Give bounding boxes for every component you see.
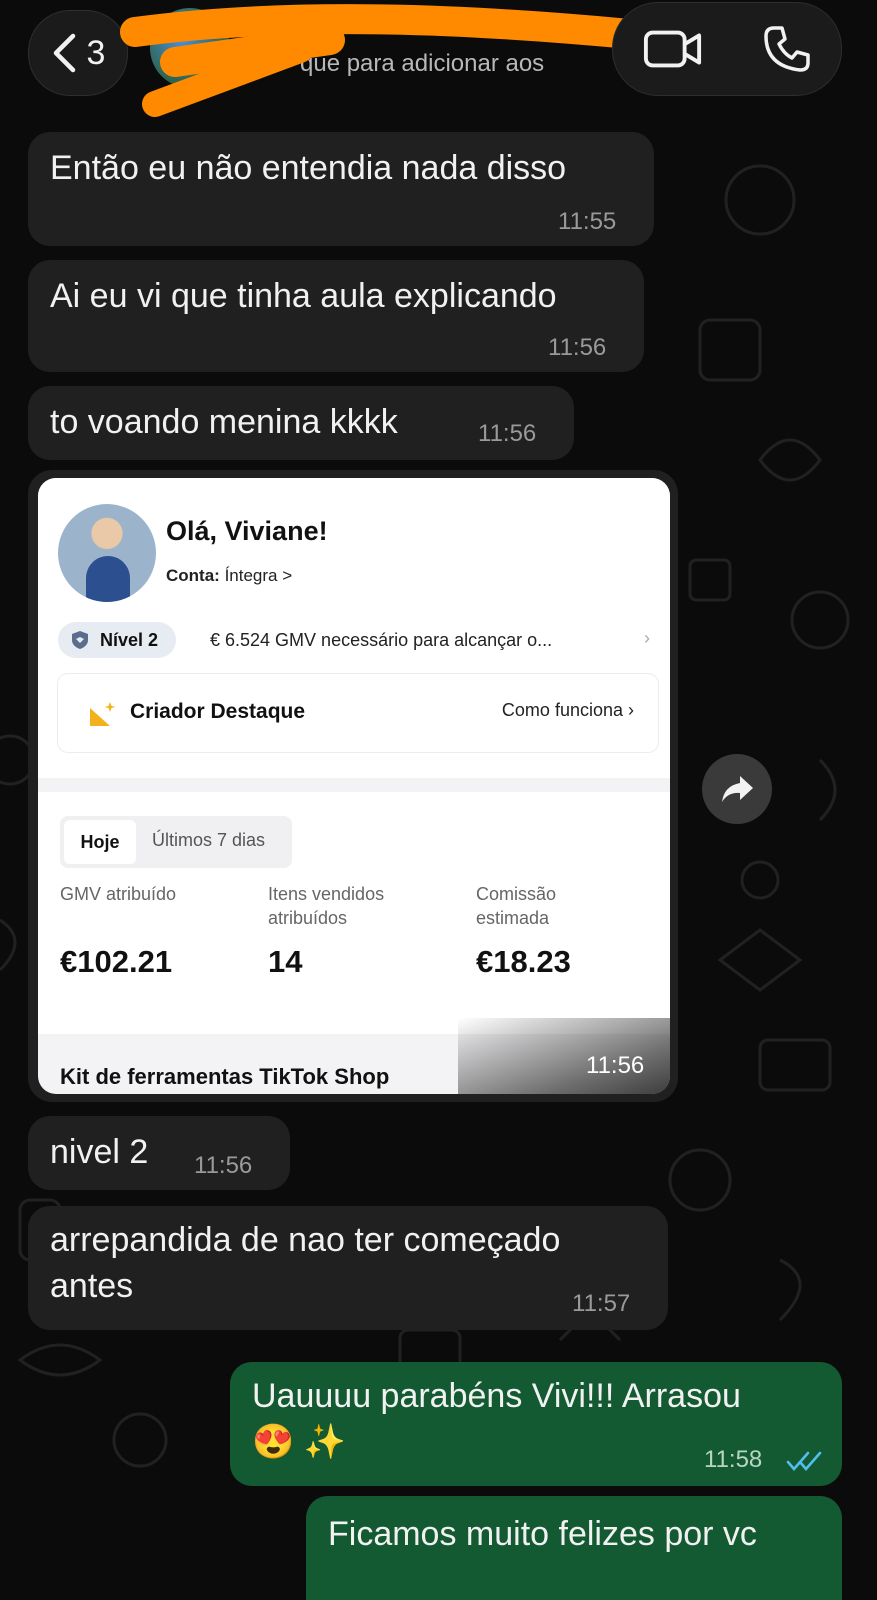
message-bubble-incoming[interactable]: Então eu não entendia nada disso 11:55 [28,132,654,246]
how-it-works-link: Como funciona › [501,700,634,720]
message-text: Então eu não entendia nada disso [50,149,567,187]
metric-value-items: 14 [268,944,303,979]
forward-button[interactable] [702,754,772,824]
unread-count: 3 [86,33,106,72]
chat-header: 3 que para adicionar aos [0,0,877,118]
read-receipt-icon [786,1451,822,1471]
level-row: Nível 2 € 6.524 GMV necessário para alca… [58,622,650,658]
period-tabs: Hoje Últimos 7 dias [60,816,292,868]
message-text: Ai eu vi que tinha aula explicando [50,277,557,315]
message-time: 11:56 [586,1052,645,1079]
shield-icon [72,631,88,649]
video-camera-icon [643,30,702,68]
metric-label-line: estimada [476,908,550,928]
contact-subtitle[interactable]: que para adicionar aos [300,50,544,78]
message-bubble-outgoing[interactable]: Ficamos muito felizes por vc [306,1496,842,1600]
message-text: to voando menina kkkk [50,403,398,441]
account-value: Íntegra > [224,566,293,585]
message-text-line: Uauuuu parabéns Vivi!!! Arrasou [252,1377,741,1415]
metric-value-commission: €18.23 [476,944,571,979]
account-status: Conta: Íntegra > [166,566,292,586]
metric-label-line: GMV atribuído [60,884,177,904]
gmv-needed-text: € 6.524 GMV necessário para alcançar o..… [210,630,553,650]
shared-screenshot[interactable]: Olá, Viviane! Conta: Íntegra > Nível 2 €… [38,478,670,1094]
toolkit-heading: Kit de ferramentas TikTok Shop [60,1064,390,1089]
tab-last-7-days: Últimos 7 dias [152,830,266,850]
message-text-line: arrepandida de nao ter começado [50,1221,561,1259]
metric-label-line: Comissão [476,884,557,904]
featured-creator-row: Criador Destaque Como funciona › [58,674,658,752]
trophy-icon [90,702,116,726]
back-button[interactable]: 3 [28,10,128,96]
message-time: 11:57 [572,1290,631,1317]
featured-creator-label: Criador Destaque [130,700,306,723]
level-label: Nível 2 [100,630,159,650]
message-bubble-incoming[interactable]: arrepandida de nao ter começado antes 11… [28,1206,668,1330]
stats-panel: Hoje Últimos 7 dias GMV atribuído Itens … [38,792,670,1034]
voice-call-button[interactable] [757,21,817,77]
message-bubble-outgoing[interactable]: Uauuuu parabéns Vivi!!! Arrasou 😍 ✨ 11:5… [230,1362,842,1486]
call-actions [612,2,842,96]
image-message[interactable]: Olá, Viviane! Conta: Íntegra > Nível 2 €… [28,470,678,1102]
forward-arrow-icon [722,776,753,802]
metric-value-gmv: €102.21 [60,944,173,979]
metric-label: Itens vendidos atribuídos [268,882,384,930]
message-bubble-incoming[interactable]: Ai eu vi que tinha aula explicando 11:56 [28,260,644,372]
account-label: Conta: [166,566,220,585]
message-bubble-incoming[interactable]: to voando menina kkkk 11:56 [28,386,574,460]
metric-label: GMV atribuído [60,882,176,906]
message-time: 11:56 [478,420,537,447]
message-text-line: antes [50,1267,134,1305]
message-time: 11:56 [194,1152,253,1179]
message-time: 11:58 [704,1446,763,1473]
message-text: Ficamos muito felizes por vc [328,1515,757,1553]
video-call-button[interactable] [643,21,703,77]
message-time: 11:55 [558,208,617,235]
tab-today: Hoje [64,820,136,864]
chevron-left-icon [53,33,75,73]
contact-avatar[interactable] [150,8,230,88]
metric-label: Comissão estimada [476,882,556,930]
metric-label-line: atribuídos [268,908,348,928]
message-time: 11:56 [548,334,607,361]
greeting: Olá, Viviane! [166,516,328,546]
phone-icon [764,26,810,72]
message-text: nivel 2 [50,1133,149,1171]
message-bubble-incoming[interactable]: nivel 2 11:56 [28,1116,290,1190]
level-badge: Nível 2 [58,622,177,658]
how-it-works-label: Como funciona [501,700,623,720]
metric-label-line: Itens vendidos [268,884,385,904]
profile-photo [58,504,156,602]
message-text-line: 😍 ✨ [252,1423,347,1461]
chevron-right-icon: › [644,628,650,648]
